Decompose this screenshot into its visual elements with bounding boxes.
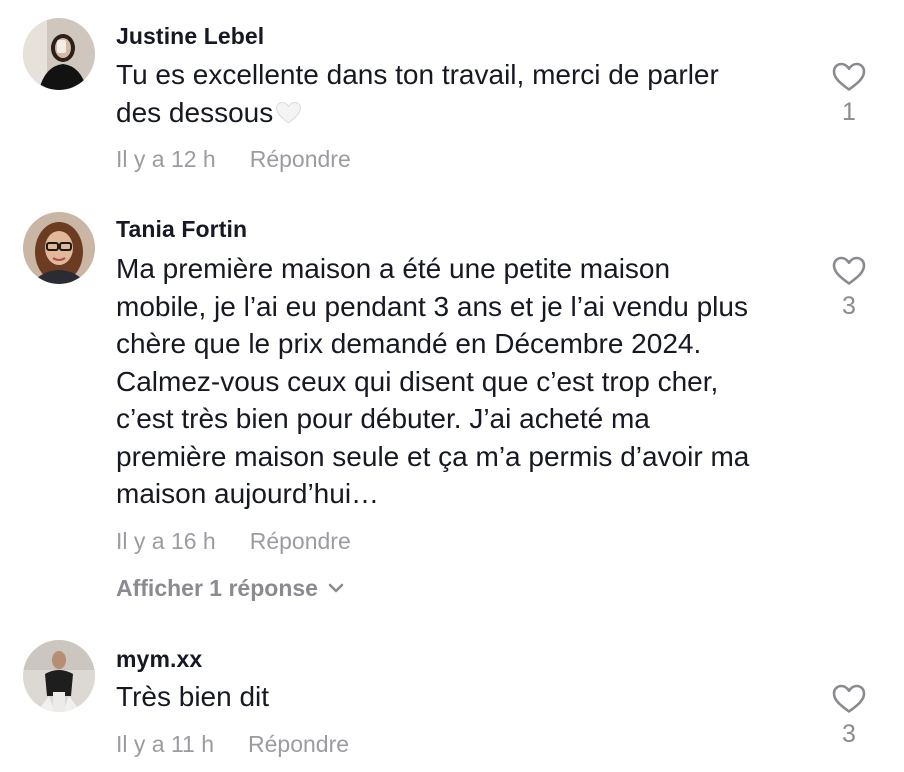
view-replies-label: Afficher 1 réponse [116,575,318,601]
like-button[interactable]: 3 [826,684,872,749]
reply-button[interactable]: Répondre [248,731,349,757]
comment-text: Ma première maison a été une petite mais… [116,253,750,509]
heart-outline-icon [832,684,866,713]
avatar[interactable] [23,640,95,712]
comment-username[interactable]: mym.xx [116,646,202,673]
comment-text: Tu es excellente dans ton travail, merci… [116,56,806,134]
heart-outline-icon [832,62,866,91]
avatar[interactable] [23,18,95,90]
reply-button[interactable]: Répondre [250,146,351,172]
avatar[interactable] [23,212,95,284]
comment-meta: Il y a 12 h Répondre [116,146,351,173]
comment-timestamp: Il y a 11 h [116,731,215,757]
comment-text: Très bien dit [116,681,270,712]
chevron-down-icon [328,584,344,593]
comment-username[interactable]: Tania Fortin [116,216,247,243]
like-button[interactable]: 3 [826,256,872,321]
reply-button[interactable]: Répondre [250,528,351,554]
like-count: 1 [842,98,856,126]
heart-outline-icon [832,256,866,285]
like-button[interactable]: 1 [826,62,872,127]
comment-username[interactable]: Justine Lebel [116,23,264,50]
comment-meta: Il y a 16 h Répondre [116,528,351,555]
like-count: 3 [842,720,856,748]
view-replies-button[interactable]: Afficher 1 réponse [116,575,344,602]
comment-timestamp: Il y a 16 h [116,528,216,554]
comment-meta: Il y a 11 h Répondre [116,731,349,758]
white-heart-emoji-icon [275,97,302,135]
comment-timestamp: Il y a 12 h [116,146,216,172]
like-count: 3 [842,292,856,320]
comment-text-content: Tu es excellente dans ton travail, merci… [116,59,719,128]
